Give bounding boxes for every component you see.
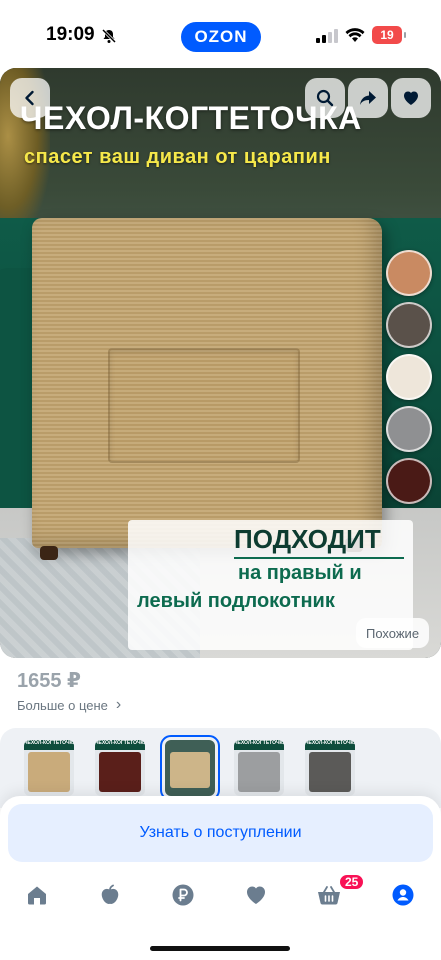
thumbnail-image bbox=[238, 752, 280, 792]
thumbnail-caption: ЧЕХОЛ-КОГТЕТОЧКА bbox=[234, 740, 284, 750]
image-subheadline: спасет ваш диван от царапин bbox=[24, 146, 331, 168]
color-swatch-terracotta[interactable] bbox=[386, 250, 432, 296]
cart-icon bbox=[318, 886, 340, 905]
fresh-icon bbox=[101, 884, 119, 904]
back-button[interactable] bbox=[10, 78, 50, 118]
product-price: 1655 ₽ bbox=[17, 670, 81, 692]
thumbnail-image bbox=[170, 752, 210, 788]
tab-favorites[interactable] bbox=[243, 882, 269, 908]
heart-icon bbox=[404, 91, 418, 105]
profile-icon bbox=[392, 884, 414, 906]
bell-off-icon bbox=[101, 28, 117, 44]
signal-icon bbox=[316, 29, 338, 43]
fit-line-1: на правый и bbox=[238, 562, 362, 584]
similar-button[interactable]: Похожие bbox=[356, 618, 430, 648]
variant-thumbnail-selected[interactable] bbox=[160, 735, 220, 801]
share-icon bbox=[360, 91, 376, 105]
status-time: 19:09 bbox=[46, 24, 95, 45]
cart-count-badge: 25 bbox=[338, 873, 366, 891]
color-swatch-graphite[interactable] bbox=[386, 302, 432, 348]
tab-bar bbox=[0, 872, 441, 922]
tab-fresh[interactable] bbox=[97, 882, 123, 908]
thumbnail-caption: ЧЕХОЛ-КОГТЕТОЧКА bbox=[305, 740, 355, 750]
search-button[interactable] bbox=[305, 78, 345, 118]
variant-thumbnail[interactable]: ЧЕХОЛ-КОГТЕТОЧКА bbox=[234, 740, 284, 796]
thumbnail-image bbox=[99, 752, 141, 792]
variant-thumbnail[interactable]: ЧЕХОЛ-КОГТЕТОЧКА bbox=[305, 740, 355, 796]
chevron-right-icon: › bbox=[115, 696, 122, 713]
product-image[interactable]: ЧЕХОЛ-КОГТЕТОЧКА спасет ваш диван от цар… bbox=[0, 68, 441, 658]
share-button[interactable] bbox=[348, 78, 388, 118]
status-bar: 19:09 OZON 19 bbox=[0, 0, 441, 70]
search-icon bbox=[316, 89, 334, 107]
sofa-leg bbox=[40, 546, 58, 560]
thumbnail-caption: ЧЕХОЛ-КОГТЕТОЧКА bbox=[95, 740, 145, 750]
color-swatch-gray[interactable] bbox=[386, 406, 432, 452]
home-indicator bbox=[150, 946, 290, 951]
more-about-price-link[interactable]: Больше о цене › bbox=[17, 696, 121, 714]
fit-title: ПОДХОДИТ bbox=[234, 524, 381, 554]
more-about-price-label: Больше о цене bbox=[17, 697, 108, 713]
favorites-icon bbox=[247, 886, 265, 904]
thumbnail-caption: ЧЕХОЛ-КОГТЕТОЧКА bbox=[24, 740, 74, 750]
variant-thumbnail[interactable]: ЧЕХОЛ-КОГТЕТОЧКА bbox=[95, 740, 145, 796]
tab-finance[interactable] bbox=[170, 882, 196, 908]
ozon-logo: OZON bbox=[181, 22, 261, 52]
wifi-icon bbox=[345, 28, 365, 42]
thumbnail-image bbox=[309, 752, 351, 792]
thumbnail-image bbox=[28, 752, 70, 792]
fit-line-2: левый подлокотник bbox=[137, 590, 335, 612]
tab-home[interactable] bbox=[24, 882, 50, 908]
notify-when-available-button[interactable]: Узнать о поступлении bbox=[8, 804, 433, 862]
home-icon bbox=[28, 886, 46, 905]
fit-divider bbox=[234, 557, 404, 559]
tab-profile[interactable] bbox=[390, 882, 416, 908]
color-swatch-cream[interactable] bbox=[386, 354, 432, 400]
ruble-icon bbox=[172, 884, 194, 906]
favorite-button[interactable] bbox=[391, 78, 431, 118]
back-icon bbox=[25, 90, 34, 106]
battery-icon: 19 bbox=[372, 26, 406, 44]
color-swatch-brown[interactable] bbox=[386, 458, 432, 504]
cover-pocket bbox=[108, 348, 300, 463]
variant-thumbnail[interactable]: ЧЕХОЛ-КОГТЕТОЧКА bbox=[24, 740, 74, 796]
